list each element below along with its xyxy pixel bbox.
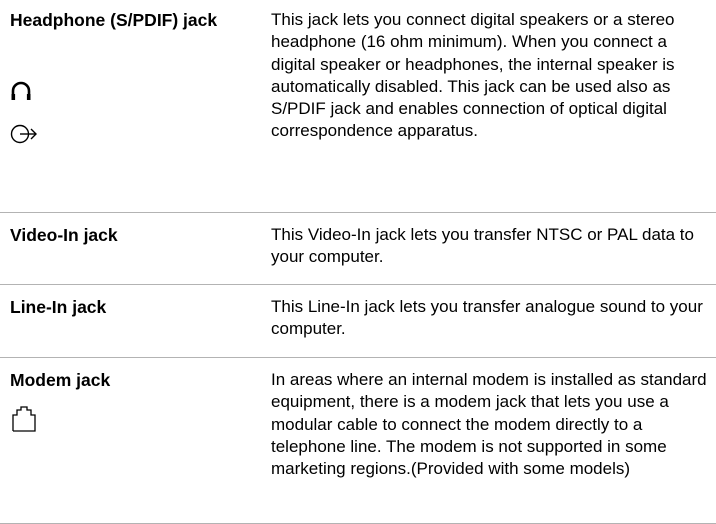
- table-row-headphone-jack: Headphone (S/PDIF) jack This jack lets y…: [0, 0, 716, 213]
- description-modem-jack: In areas where an internal modem is inst…: [271, 370, 707, 479]
- term-modem-jack: Modem jack: [10, 370, 111, 390]
- term-video-in-jack: Video-In jack: [10, 225, 118, 245]
- headphone-icon: [11, 81, 31, 100]
- modem-jack-icon: [12, 406, 36, 432]
- term-line-in-jack: Line-In jack: [10, 297, 107, 317]
- description-video-in-jack: This Video-In jack lets you transfer NTS…: [271, 225, 694, 267]
- description-headphone-jack: This jack lets you connect digital speak…: [271, 10, 675, 141]
- line-out-icon: [10, 124, 37, 144]
- jack-description-table: Headphone (S/PDIF) jack This jack lets y…: [0, 0, 716, 524]
- table-row-line-in-jack: Line-In jack This Line-In jack lets you …: [0, 285, 716, 358]
- description-line-in-jack: This Line-In jack lets you transfer anal…: [271, 297, 703, 339]
- table-row-modem-jack: Modem jack In areas where an internal mo…: [0, 358, 716, 524]
- term-label: Headphone (S/PDIF) jack: [10, 10, 218, 30]
- term-headphone-jack: Headphone (S/PDIF) jack: [10, 9, 260, 31]
- table-row-video-in-jack: Video-In jack This Video-In jack lets yo…: [0, 213, 716, 285]
